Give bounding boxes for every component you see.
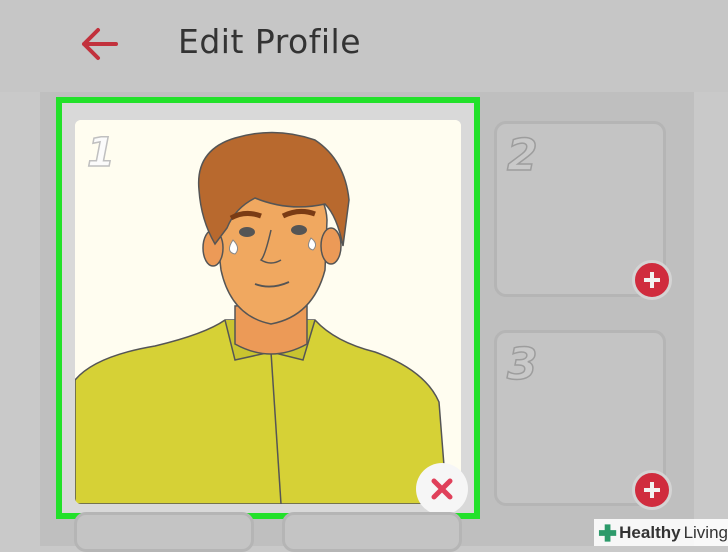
watermark: Healthy Living: [594, 519, 728, 546]
profile-photo: [75, 120, 461, 504]
photo-slot-number: 1: [86, 129, 115, 177]
photo-slot-number: 3: [506, 338, 538, 391]
photo-slot-partial: [74, 512, 254, 552]
close-icon: [431, 478, 453, 500]
add-photo-button-3[interactable]: [632, 470, 672, 510]
photo-slot-number: 2: [506, 129, 538, 182]
plus-leaf-icon: [598, 523, 617, 542]
arrow-left-icon: [82, 28, 118, 60]
remove-photo-button[interactable]: [416, 463, 468, 515]
header-bar: Edit Profile: [0, 0, 728, 92]
page-title: Edit Profile: [178, 22, 362, 61]
back-button[interactable]: [78, 24, 122, 64]
watermark-word-1: Healthy: [619, 522, 681, 542]
photo-card: 1: [75, 120, 461, 504]
photo-slot-1[interactable]: 1: [56, 97, 480, 519]
watermark-word-2: Living: [683, 522, 728, 542]
add-photo-button-2[interactable]: [632, 260, 672, 300]
photo-slot-partial: [282, 512, 462, 552]
